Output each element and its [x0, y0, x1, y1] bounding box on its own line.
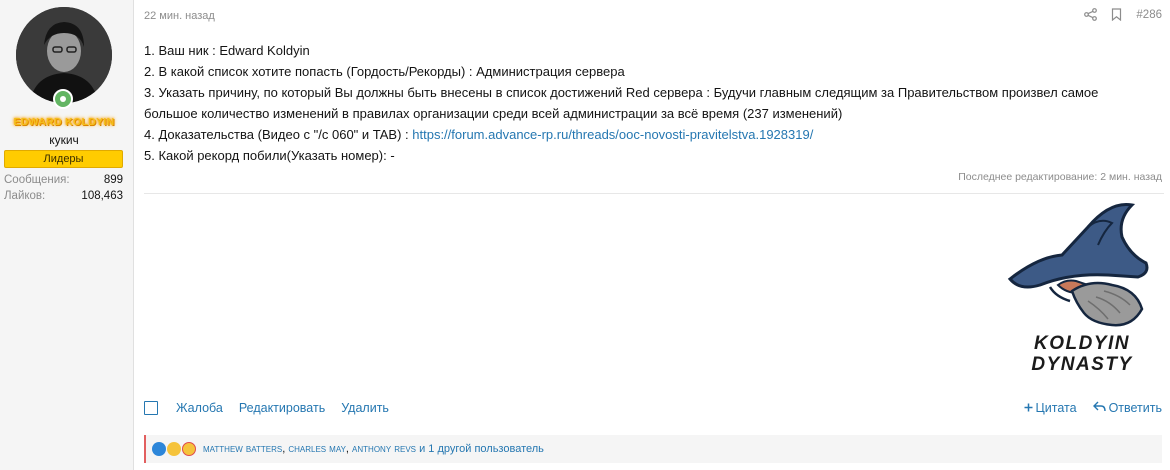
reaction-users: Matthew Batters, Charles May, Anthony Re…	[203, 443, 544, 455]
user-title: кукич	[49, 133, 79, 147]
stat-value: 108,463	[81, 190, 123, 202]
reactions-bar[interactable]: Matthew Batters, Charles May, Anthony Re…	[144, 435, 1162, 463]
user-banner: Лидеры	[4, 150, 123, 168]
post-timestamp[interactable]: 22 мин. назад	[144, 10, 215, 22]
post-actions-left: Жалоба Редактировать Удалить	[144, 401, 405, 415]
reply-icon	[1092, 401, 1106, 415]
select-post-checkbox[interactable]	[144, 401, 158, 415]
last-edit-note[interactable]: Последнее редактирование: 2 мин. назад	[958, 171, 1162, 183]
quote-label: Цитата	[1035, 401, 1077, 415]
delete-button[interactable]: Удалить	[341, 401, 389, 415]
post-number[interactable]: #286	[1136, 9, 1162, 21]
report-button[interactable]: Жалоба	[176, 401, 223, 415]
signature-title-1: KOLDYIN	[1034, 333, 1130, 354]
stat-messages: Сообщения: 899	[4, 174, 123, 186]
reaction-user[interactable]: Matthew Batters	[203, 443, 282, 455]
post-line: 1. Ваш ник : Edward Koldyin	[144, 43, 310, 58]
wizard-icon	[1007, 202, 1149, 327]
like-reaction-icon	[152, 442, 166, 456]
separator: ,	[282, 443, 286, 455]
online-status-icon	[53, 89, 73, 109]
stat-value: 899	[103, 174, 123, 186]
post-body: 1. Ваш ник : Edward Koldyin 2. В какой с…	[144, 40, 1164, 166]
stat-label: Лайков:	[4, 190, 46, 202]
username[interactable]: EDWARD KOLDYIN	[0, 116, 128, 128]
post-tools: #286	[1084, 8, 1162, 21]
post-line: 3. Указать причину, по который Вы должны…	[144, 85, 1099, 100]
bookmark-icon[interactable]	[1111, 8, 1122, 21]
post-line: большое количество изменений в правилах …	[144, 106, 843, 121]
reaction-user[interactable]: Charles May	[288, 443, 346, 455]
reply-button[interactable]: Ответить	[1092, 401, 1162, 415]
post-line: 5. Какой рекорд побили(Указать номер): -	[144, 148, 395, 163]
quote-button[interactable]: Цитата	[1024, 401, 1077, 415]
signature-divider	[144, 193, 1164, 194]
signature-logo: KOLDYIN DYNASTY	[1000, 197, 1164, 383]
reaction-more[interactable]: и 1 другой пользователь	[419, 443, 544, 455]
plus-icon	[1024, 401, 1033, 415]
love-reaction-icon	[182, 442, 196, 456]
stat-likes: Лайков: 108,463	[4, 190, 123, 202]
signature-title-2: DYNASTY	[1031, 354, 1133, 375]
reaction-user[interactable]: Anthony Revs	[352, 443, 416, 455]
edit-button[interactable]: Редактировать	[239, 401, 325, 415]
hmm-reaction-icon	[167, 442, 181, 456]
post-actions-right: Цитата Ответить	[1024, 401, 1162, 415]
post: 22 мин. назад #286 1. Ваш ник : Edward K…	[134, 0, 1170, 470]
post-line: 4. Доказательства (Видео с "/c 060" и TA…	[144, 124, 1164, 145]
proof-label: 4. Доказательства (Видео с "/c 060" и TA…	[144, 127, 413, 142]
reply-label: Ответить	[1108, 401, 1162, 415]
separator: ,	[345, 443, 349, 455]
proof-link[interactable]: https://forum.advance-rp.ru/threads/ooc-…	[412, 127, 813, 142]
stat-label: Сообщения:	[4, 174, 70, 186]
share-icon[interactable]	[1084, 8, 1098, 21]
user-sidebar: EDWARD KOLDYIN кукич Лидеры Сообщения: 8…	[0, 0, 134, 470]
post-line: 2. В какой список хотите попасть (Гордос…	[144, 64, 625, 79]
